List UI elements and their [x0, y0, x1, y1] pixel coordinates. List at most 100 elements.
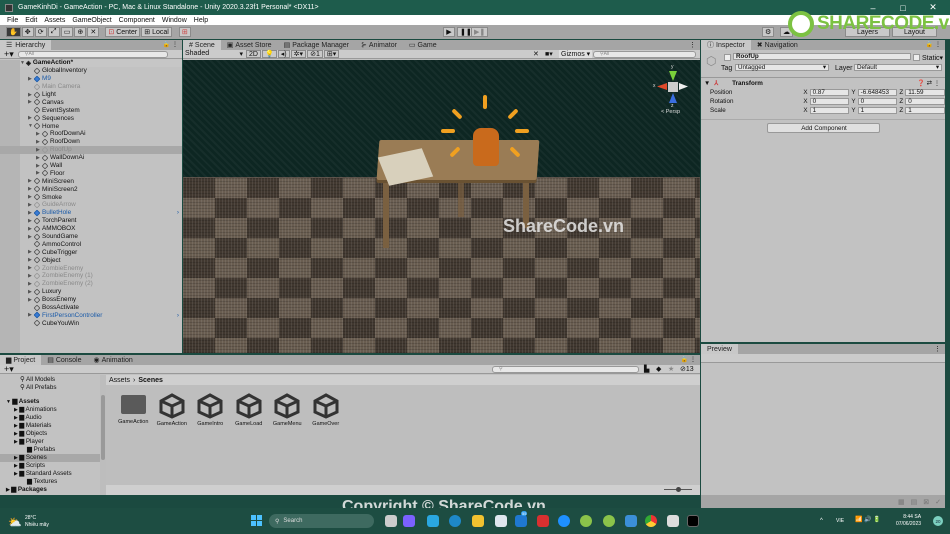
object-name-input[interactable]: RoofUp	[733, 53, 911, 60]
scene-asset-tile[interactable]: GameAction	[153, 393, 192, 485]
input-language[interactable]: VIE	[836, 518, 844, 524]
axis-x-label[interactable]: X	[803, 107, 807, 114]
hierarchy-item[interactable]: ▶ Luxury	[0, 288, 182, 296]
scene-search-input[interactable]: ⚲ All	[593, 50, 696, 58]
play-button[interactable]: ▶	[443, 27, 455, 37]
windows-start-icon[interactable]	[251, 515, 262, 526]
task-view-icon[interactable]	[385, 515, 397, 527]
check-icon[interactable]: ✓	[935, 498, 941, 506]
hidden-objects-toggle[interactable]: ⊘ 1	[307, 50, 323, 58]
gizmo-x-axis[interactable]	[657, 83, 667, 90]
menu-component[interactable]: Component	[119, 17, 155, 24]
scale-z-field[interactable]: 1	[905, 107, 945, 114]
project-search-input[interactable]: ⚲	[492, 365, 639, 373]
desktop-icon[interactable]	[427, 515, 439, 527]
favorite-all-models[interactable]: ⚲ All Models	[0, 376, 100, 384]
hierarchy-item[interactable]: ▶ RoofDownAi	[0, 130, 182, 138]
shading-dropdown[interactable]: Shaded ▾	[183, 50, 243, 58]
axis-z-label[interactable]: Z	[899, 107, 903, 114]
prefab-open-chevron-icon[interactable]: ›	[177, 312, 179, 319]
hierarchy-item[interactable]: CubeYouWin	[0, 319, 182, 327]
asset-folder-item[interactable]: ▶ ▆ Scripts	[0, 462, 100, 470]
move-tool-button[interactable]: ✥	[21, 27, 34, 37]
hierarchy-item[interactable]: ▶ Wall	[0, 162, 182, 170]
hierarchy-item[interactable]: ▶ Smoke	[0, 193, 182, 201]
weather-icon[interactable]: ⛅	[8, 516, 22, 529]
menu-help[interactable]: Help	[194, 17, 208, 24]
hierarchy-item[interactable]: GlobalInventory	[0, 67, 182, 75]
hierarchy-item[interactable]: ▶ TorchParent	[0, 217, 182, 225]
axis-x-label[interactable]: X	[803, 98, 807, 105]
debug-icon[interactable]: ⊠	[923, 498, 929, 506]
network-sound-battery-icons[interactable]: 📶 🔊 🔋	[855, 516, 881, 523]
tab-animator[interactable]: ⊱ Animator	[355, 40, 403, 50]
inspector-lock-icon[interactable]: 🔒 ⋮	[926, 41, 941, 48]
component-actions-icons[interactable]: ❓ ⇄ ⋮	[917, 79, 940, 87]
step-button[interactable]: ▶❚	[471, 27, 489, 37]
preview-menu-icon[interactable]: ⋮	[934, 345, 941, 353]
axis-x-label[interactable]: X	[803, 89, 807, 96]
hierarchy-item[interactable]: ▶ AMMOBOX	[0, 225, 182, 233]
hierarchy-item[interactable]: ▶ FirstPersonController ›	[0, 312, 182, 320]
create-add-button[interactable]: +▾	[4, 49, 14, 60]
transform-tool-button[interactable]: ⊕	[74, 27, 87, 37]
browser-icon[interactable]	[558, 515, 570, 527]
hierarchy-item[interactable]: Main Camera	[0, 83, 182, 91]
gizmo-center[interactable]	[668, 82, 678, 92]
position-y-field[interactable]: -6.648453	[857, 89, 898, 96]
file-explorer-icon[interactable]	[472, 515, 484, 527]
audio-toggle-icon[interactable]: ◂)	[277, 50, 290, 58]
tray-chevron-up-icon[interactable]: ^	[820, 518, 823, 524]
asset-folder-item[interactable]: ▶ ▆ Objects	[0, 430, 100, 438]
weather-widget[interactable]: 28°C Nhiều mây	[25, 515, 49, 529]
store-icon[interactable]	[495, 515, 507, 527]
wps-icon[interactable]	[537, 515, 549, 527]
hierarchy-item[interactable]: ▶ BossEnemy	[0, 296, 182, 304]
asset-folder-item[interactable]: ▆ Prefabs	[0, 446, 100, 454]
tools-icon[interactable]: ✕	[533, 50, 539, 58]
menu-assets[interactable]: Assets	[44, 17, 65, 24]
hierarchy-item[interactable]: ▶ ZombieEnemy (2)	[0, 280, 182, 288]
hierarchy-item[interactable]: AmmoControl	[0, 240, 182, 248]
hierarchy-item[interactable]: ▶ BulletHole ›	[0, 209, 182, 217]
pivot-center-toggle[interactable]: ⊡ Center	[105, 27, 141, 37]
scale-tool-button[interactable]: ⤢	[47, 27, 60, 37]
hidden-packages-toggle[interactable]: ⊘13	[680, 365, 694, 373]
rotate-tool-button[interactable]: ⟳	[34, 27, 47, 37]
hierarchy-search-input[interactable]: ⚲ All	[17, 50, 168, 58]
prefab-open-chevron-icon[interactable]: ›	[177, 209, 179, 216]
collab-button[interactable]: ⚙	[762, 27, 775, 37]
unity-editor-icon[interactable]	[687, 515, 699, 527]
rect-tool-button[interactable]: ▭	[60, 27, 74, 37]
scene-asset-tile[interactable]: GameOver	[307, 393, 346, 485]
scale-x-field[interactable]: 1	[809, 107, 850, 114]
axis-y-label[interactable]: Y	[851, 107, 855, 114]
favorite-all-prefabs[interactable]: ⚲ All Prefabs	[0, 384, 100, 392]
hierarchy-item[interactable]: ▶ ZombieEnemy	[0, 264, 182, 272]
tab-asset-store[interactable]: ▣ Asset Store	[221, 40, 278, 50]
menu-gameobject[interactable]: GameObject	[72, 17, 111, 24]
active-checkbox[interactable]	[724, 54, 731, 61]
static-checkbox[interactable]	[913, 54, 920, 61]
tab-hierarchy[interactable]: ☰ Hierarchy	[0, 40, 52, 50]
gizmo-neg-x-axis[interactable]	[679, 83, 688, 90]
position-z-field[interactable]: 11.59	[905, 89, 945, 96]
hierarchy-item[interactable]: ▶ Sequences	[0, 114, 182, 122]
breadcrumb-assets[interactable]: Assets	[109, 377, 130, 384]
transform-header[interactable]: ▼ ⅄ Transform ❓ ⇄ ⋮	[701, 77, 945, 88]
teams-icon[interactable]	[403, 515, 415, 527]
expand-arrow-icon[interactable]: ▼	[704, 80, 710, 87]
asset-folder-item[interactable]: ▶ ▆ Player	[0, 438, 100, 446]
layers-status-icon[interactable]: ▤	[911, 498, 918, 506]
asset-folder-item[interactable]: ▶ ▆ Audio	[0, 414, 100, 422]
chrome-icon[interactable]	[645, 515, 657, 527]
layer-dropdown[interactable]: Default ▾	[854, 64, 942, 71]
project-lock-icon[interactable]: 🔒 ⋮	[681, 356, 696, 363]
tab-package-manager[interactable]: ▤ Package Manager	[278, 40, 355, 50]
hierarchy-item[interactable]: ▶ Canvas	[0, 98, 182, 106]
custom-tool-button[interactable]: ✕	[87, 27, 100, 37]
asset-folder-item[interactable]: ▆ Textures	[0, 478, 100, 486]
unity-hub-icon[interactable]	[667, 515, 679, 527]
tab-console[interactable]: ▤ Console	[41, 355, 87, 365]
tab-animation[interactable]: ◉ Animation	[88, 355, 139, 365]
